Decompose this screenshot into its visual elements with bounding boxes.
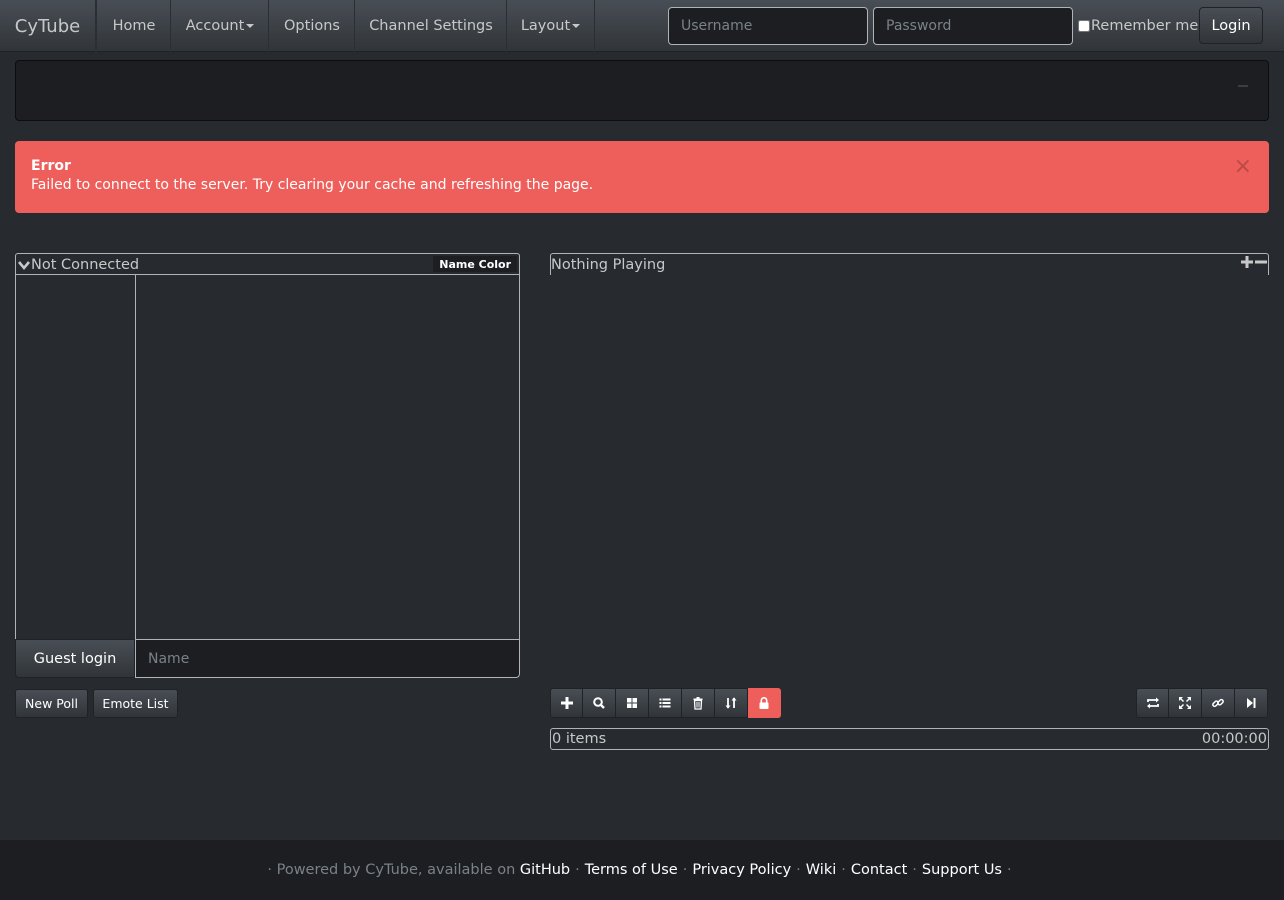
chat-header[interactable]: Not Connected Name Color [15, 253, 520, 275]
playlist-controls [550, 688, 781, 718]
nav-account-label: Account [185, 18, 245, 34]
fullscreen-icon [1179, 697, 1191, 709]
user-list [15, 274, 136, 640]
username-input[interactable] [668, 7, 868, 45]
guest-name-input[interactable] [135, 639, 520, 678]
emote-list-button[interactable]: Emote List [93, 689, 178, 718]
minus-icon[interactable] [1255, 256, 1267, 268]
list-icon [659, 698, 671, 708]
media-url-button[interactable] [1202, 688, 1235, 718]
repeat-icon [1146, 697, 1159, 709]
link-icon [1212, 698, 1224, 708]
footer-terms-link[interactable]: Terms of Use [585, 862, 678, 878]
fullscreen-button[interactable] [1169, 688, 1202, 718]
add-media-button[interactable] [550, 688, 583, 718]
footer-separator: · [796, 862, 801, 878]
nav-account-dropdown[interactable]: Account [170, 0, 269, 52]
alert-title: Error [31, 158, 71, 174]
clear-playlist-button[interactable] [682, 688, 715, 718]
reload-media-button[interactable] [1136, 688, 1169, 718]
skip-icon [1247, 698, 1256, 708]
current-title: Nothing Playing [551, 256, 666, 273]
custom-embed-button[interactable] [616, 688, 649, 718]
guest-login-button[interactable]: Guest login [15, 639, 135, 678]
search-icon [593, 697, 605, 709]
playlist-item-count: 0 items [552, 731, 607, 747]
alert-message: Failed to connect to the server. Try cle… [31, 177, 594, 193]
trash-icon [693, 697, 703, 710]
plus-icon [560, 697, 573, 709]
connection-status: Not Connected [31, 256, 140, 273]
nav-home[interactable]: Home [96, 0, 171, 52]
motd-collapse-icon[interactable] [1238, 85, 1248, 87]
caret-down-icon [246, 24, 255, 28]
video-controls [1136, 688, 1268, 718]
footer-separator: · [841, 862, 846, 878]
video-header: Nothing Playing [550, 253, 1269, 275]
password-input[interactable] [873, 7, 1073, 45]
remember-me-label: Remember me [1091, 18, 1199, 34]
playlist-duration: 00:00:00 [1201, 731, 1267, 747]
nav-layout-label: Layout [520, 18, 571, 34]
footer-contact-link[interactable]: Contact [851, 862, 907, 878]
message-buffer [135, 274, 520, 640]
remember-me[interactable]: Remember me [1078, 16, 1198, 36]
remember-me-checkbox[interactable] [1078, 20, 1090, 32]
error-alert: Error Failed to connect to the server. T… [15, 141, 1269, 213]
footer-privacy-link[interactable]: Privacy Policy [692, 862, 791, 878]
footer-github-link[interactable]: GitHub [520, 862, 570, 878]
name-color-button[interactable]: Name Color [433, 256, 517, 272]
footer-powered-by: · Powered by CyTube, available on [267, 862, 516, 878]
plus-icon[interactable] [1241, 256, 1253, 268]
motd-panel [15, 60, 1269, 121]
grid-icon [627, 698, 637, 708]
nav-channel-settings[interactable]: Channel Settings [354, 0, 507, 52]
footer: · Powered by CyTube, available on GitHub… [0, 840, 1284, 900]
close-icon[interactable]: × [1234, 156, 1252, 178]
sort-icon [725, 697, 737, 709]
footer-separator: · [575, 862, 580, 878]
navbar: CyTube Home Account Options Channel Sett… [0, 0, 1284, 52]
skip-button[interactable] [1235, 688, 1268, 718]
nav-options-label: Options [284, 18, 340, 34]
video-size-controls [1241, 256, 1267, 268]
footer-wiki-link[interactable]: Wiki [806, 862, 836, 878]
brand-link[interactable]: CyTube [0, 0, 96, 52]
lock-icon [759, 697, 769, 709]
footer-separator: · [682, 862, 688, 878]
playlist-manager-button[interactable] [649, 688, 682, 718]
nav-home-label: Home [112, 18, 156, 34]
caret-down-icon [572, 24, 581, 28]
nav-channel-settings-label: Channel Settings [369, 18, 493, 34]
playlist-meta: 0 items 00:00:00 [550, 728, 1269, 750]
nav-layout-dropdown[interactable]: Layout [506, 0, 595, 52]
search-media-button[interactable] [583, 688, 616, 718]
footer-separator: · [1007, 862, 1012, 878]
login-button[interactable]: Login [1199, 7, 1263, 44]
lock-playlist-button[interactable] [748, 688, 781, 718]
shuffle-playlist-button[interactable] [715, 688, 748, 718]
footer-separator: · [912, 862, 917, 878]
nav-options[interactable]: Options [268, 0, 355, 52]
chevron-down-icon [18, 260, 30, 270]
footer-support-link[interactable]: Support Us [922, 862, 1002, 878]
new-poll-button[interactable]: New Poll [15, 689, 88, 718]
